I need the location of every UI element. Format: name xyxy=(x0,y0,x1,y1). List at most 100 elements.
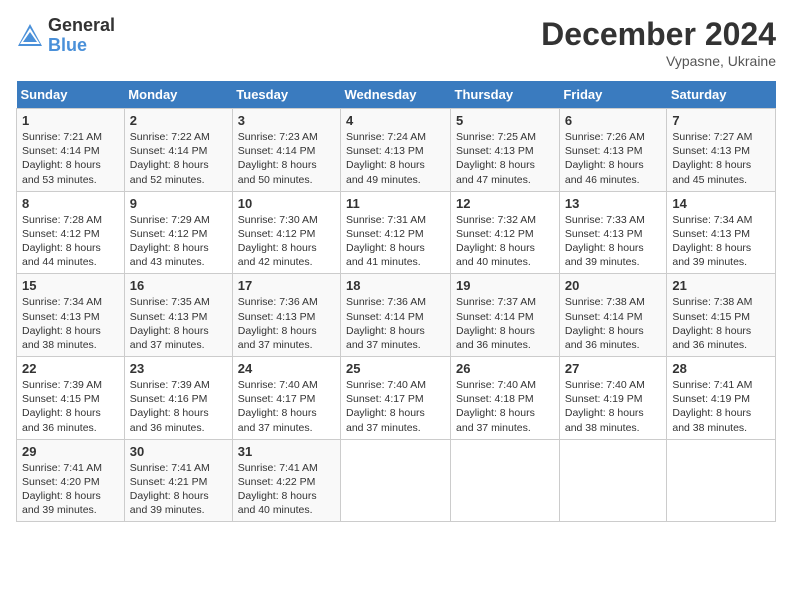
day-header-saturday: Saturday xyxy=(667,81,776,109)
day-number: 25 xyxy=(346,361,445,376)
calendar-cell: 21 Sunrise: 7:38 AMSunset: 4:15 PMDaylig… xyxy=(667,274,776,357)
week-row-2: 8 Sunrise: 7:28 AMSunset: 4:12 PMDayligh… xyxy=(17,191,776,274)
day-number: 1 xyxy=(22,113,119,128)
calendar-cell: 20 Sunrise: 7:38 AMSunset: 4:14 PMDaylig… xyxy=(559,274,667,357)
logo: General Blue xyxy=(16,16,115,56)
day-number: 24 xyxy=(238,361,335,376)
day-number: 11 xyxy=(346,196,445,211)
logo-blue: Blue xyxy=(48,36,115,56)
calendar-cell: 22 Sunrise: 7:39 AMSunset: 4:15 PMDaylig… xyxy=(17,357,125,440)
cell-content: Sunrise: 7:38 AMSunset: 4:14 PMDaylight:… xyxy=(565,296,645,351)
day-header-friday: Friday xyxy=(559,81,667,109)
calendar-cell: 25 Sunrise: 7:40 AMSunset: 4:17 PMDaylig… xyxy=(341,357,451,440)
cell-content: Sunrise: 7:41 AMSunset: 4:21 PMDaylight:… xyxy=(130,462,210,517)
calendar-cell: 12 Sunrise: 7:32 AMSunset: 4:12 PMDaylig… xyxy=(451,191,560,274)
calendar-table: SundayMondayTuesdayWednesdayThursdayFrid… xyxy=(16,81,776,522)
calendar-cell: 26 Sunrise: 7:40 AMSunset: 4:18 PMDaylig… xyxy=(451,357,560,440)
month-title: December 2024 xyxy=(541,16,776,53)
calendar-cell: 29 Sunrise: 7:41 AMSunset: 4:20 PMDaylig… xyxy=(17,439,125,522)
day-number: 9 xyxy=(130,196,227,211)
week-row-4: 22 Sunrise: 7:39 AMSunset: 4:15 PMDaylig… xyxy=(17,357,776,440)
calendar-cell xyxy=(559,439,667,522)
cell-content: Sunrise: 7:22 AMSunset: 4:14 PMDaylight:… xyxy=(130,131,210,186)
calendar-cell: 6 Sunrise: 7:26 AMSunset: 4:13 PMDayligh… xyxy=(559,109,667,192)
week-row-1: 1 Sunrise: 7:21 AMSunset: 4:14 PMDayligh… xyxy=(17,109,776,192)
day-number: 3 xyxy=(238,113,335,128)
calendar-cell: 2 Sunrise: 7:22 AMSunset: 4:14 PMDayligh… xyxy=(124,109,232,192)
day-number: 16 xyxy=(130,278,227,293)
calendar-cell: 27 Sunrise: 7:40 AMSunset: 4:19 PMDaylig… xyxy=(559,357,667,440)
calendar-cell: 3 Sunrise: 7:23 AMSunset: 4:14 PMDayligh… xyxy=(232,109,340,192)
calendar-cell: 30 Sunrise: 7:41 AMSunset: 4:21 PMDaylig… xyxy=(124,439,232,522)
week-row-3: 15 Sunrise: 7:34 AMSunset: 4:13 PMDaylig… xyxy=(17,274,776,357)
calendar-cell: 8 Sunrise: 7:28 AMSunset: 4:12 PMDayligh… xyxy=(17,191,125,274)
week-row-5: 29 Sunrise: 7:41 AMSunset: 4:20 PMDaylig… xyxy=(17,439,776,522)
day-number: 20 xyxy=(565,278,662,293)
cell-content: Sunrise: 7:34 AMSunset: 4:13 PMDaylight:… xyxy=(22,296,102,351)
day-number: 10 xyxy=(238,196,335,211)
cell-content: Sunrise: 7:41 AMSunset: 4:20 PMDaylight:… xyxy=(22,462,102,517)
day-number: 31 xyxy=(238,444,335,459)
day-number: 8 xyxy=(22,196,119,211)
cell-content: Sunrise: 7:40 AMSunset: 4:17 PMDaylight:… xyxy=(238,379,318,434)
day-number: 6 xyxy=(565,113,662,128)
day-number: 27 xyxy=(565,361,662,376)
calendar-cell: 23 Sunrise: 7:39 AMSunset: 4:16 PMDaylig… xyxy=(124,357,232,440)
calendar-cell: 15 Sunrise: 7:34 AMSunset: 4:13 PMDaylig… xyxy=(17,274,125,357)
day-number: 17 xyxy=(238,278,335,293)
day-number: 29 xyxy=(22,444,119,459)
calendar-cell: 13 Sunrise: 7:33 AMSunset: 4:13 PMDaylig… xyxy=(559,191,667,274)
cell-content: Sunrise: 7:37 AMSunset: 4:14 PMDaylight:… xyxy=(456,296,536,351)
calendar-cell: 11 Sunrise: 7:31 AMSunset: 4:12 PMDaylig… xyxy=(341,191,451,274)
logo-icon xyxy=(16,22,44,50)
cell-content: Sunrise: 7:28 AMSunset: 4:12 PMDaylight:… xyxy=(22,214,102,269)
day-number: 14 xyxy=(672,196,770,211)
calendar-cell: 1 Sunrise: 7:21 AMSunset: 4:14 PMDayligh… xyxy=(17,109,125,192)
day-number: 15 xyxy=(22,278,119,293)
cell-content: Sunrise: 7:25 AMSunset: 4:13 PMDaylight:… xyxy=(456,131,536,186)
day-header-sunday: Sunday xyxy=(17,81,125,109)
cell-content: Sunrise: 7:26 AMSunset: 4:13 PMDaylight:… xyxy=(565,131,645,186)
calendar-cell: 18 Sunrise: 7:36 AMSunset: 4:14 PMDaylig… xyxy=(341,274,451,357)
calendar-cell: 28 Sunrise: 7:41 AMSunset: 4:19 PMDaylig… xyxy=(667,357,776,440)
day-number: 28 xyxy=(672,361,770,376)
day-number: 13 xyxy=(565,196,662,211)
location-subtitle: Vypasne, Ukraine xyxy=(541,53,776,69)
day-number: 19 xyxy=(456,278,554,293)
logo-text: General Blue xyxy=(48,16,115,56)
cell-content: Sunrise: 7:29 AMSunset: 4:12 PMDaylight:… xyxy=(130,214,210,269)
cell-content: Sunrise: 7:24 AMSunset: 4:13 PMDaylight:… xyxy=(346,131,426,186)
day-number: 12 xyxy=(456,196,554,211)
cell-content: Sunrise: 7:40 AMSunset: 4:19 PMDaylight:… xyxy=(565,379,645,434)
day-number: 26 xyxy=(456,361,554,376)
page-header: General Blue December 2024 Vypasne, Ukra… xyxy=(16,16,776,69)
calendar-cell: 31 Sunrise: 7:41 AMSunset: 4:22 PMDaylig… xyxy=(232,439,340,522)
cell-content: Sunrise: 7:30 AMSunset: 4:12 PMDaylight:… xyxy=(238,214,318,269)
cell-content: Sunrise: 7:39 AMSunset: 4:15 PMDaylight:… xyxy=(22,379,102,434)
cell-content: Sunrise: 7:32 AMSunset: 4:12 PMDaylight:… xyxy=(456,214,536,269)
day-number: 2 xyxy=(130,113,227,128)
day-number: 4 xyxy=(346,113,445,128)
calendar-cell: 19 Sunrise: 7:37 AMSunset: 4:14 PMDaylig… xyxy=(451,274,560,357)
day-number: 30 xyxy=(130,444,227,459)
header-row: SundayMondayTuesdayWednesdayThursdayFrid… xyxy=(17,81,776,109)
calendar-cell xyxy=(341,439,451,522)
cell-content: Sunrise: 7:35 AMSunset: 4:13 PMDaylight:… xyxy=(130,296,210,351)
calendar-cell: 5 Sunrise: 7:25 AMSunset: 4:13 PMDayligh… xyxy=(451,109,560,192)
calendar-cell: 24 Sunrise: 7:40 AMSunset: 4:17 PMDaylig… xyxy=(232,357,340,440)
cell-content: Sunrise: 7:27 AMSunset: 4:13 PMDaylight:… xyxy=(672,131,752,186)
day-number: 18 xyxy=(346,278,445,293)
cell-content: Sunrise: 7:34 AMSunset: 4:13 PMDaylight:… xyxy=(672,214,752,269)
cell-content: Sunrise: 7:40 AMSunset: 4:18 PMDaylight:… xyxy=(456,379,536,434)
day-header-wednesday: Wednesday xyxy=(341,81,451,109)
calendar-cell: 4 Sunrise: 7:24 AMSunset: 4:13 PMDayligh… xyxy=(341,109,451,192)
calendar-cell xyxy=(451,439,560,522)
calendar-cell: 9 Sunrise: 7:29 AMSunset: 4:12 PMDayligh… xyxy=(124,191,232,274)
cell-content: Sunrise: 7:40 AMSunset: 4:17 PMDaylight:… xyxy=(346,379,426,434)
day-header-thursday: Thursday xyxy=(451,81,560,109)
day-number: 5 xyxy=(456,113,554,128)
cell-content: Sunrise: 7:21 AMSunset: 4:14 PMDaylight:… xyxy=(22,131,102,186)
day-header-monday: Monday xyxy=(124,81,232,109)
cell-content: Sunrise: 7:23 AMSunset: 4:14 PMDaylight:… xyxy=(238,131,318,186)
cell-content: Sunrise: 7:41 AMSunset: 4:22 PMDaylight:… xyxy=(238,462,318,517)
